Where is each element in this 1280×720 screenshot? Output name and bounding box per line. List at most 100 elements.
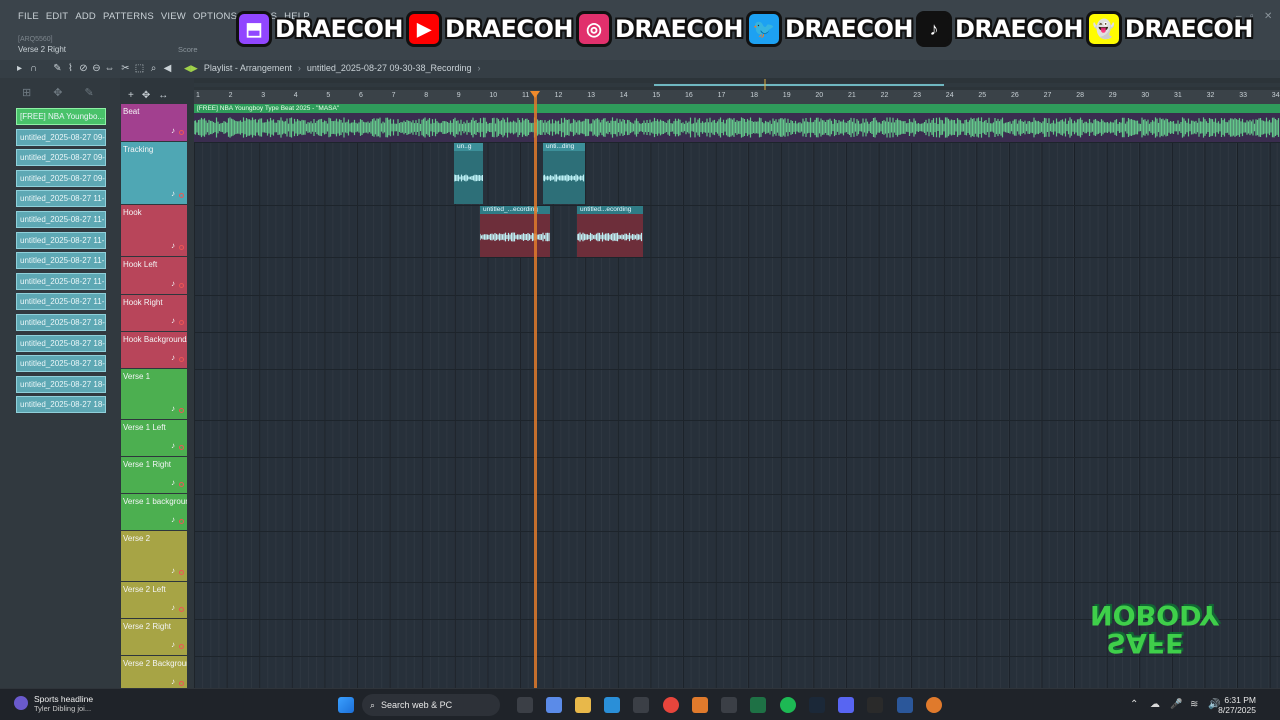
steam-icon[interactable]	[809, 697, 825, 713]
track-record-icon[interactable]	[179, 357, 184, 362]
track-record-icon[interactable]	[179, 482, 184, 487]
picker-clip-item[interactable]: untitled_2025-08-27 11-...	[16, 272, 106, 290]
picker-clip-item[interactable]: untitled_2025-08-27 11-...	[16, 211, 106, 228]
track-header[interactable]: Verse 1 Right ♪	[121, 457, 187, 493]
delete-icon[interactable]: ⊘	[78, 63, 89, 74]
obs-icon[interactable]	[721, 697, 737, 713]
playhead[interactable]	[534, 92, 537, 688]
audio-clip-tracking[interactable]: unti...ding	[543, 142, 585, 204]
copilot-icon[interactable]	[546, 697, 562, 713]
track-header[interactable]: Hook Left ♪	[121, 257, 187, 294]
menu-file[interactable]: FILE	[18, 11, 39, 22]
track-record-icon[interactable]	[179, 245, 184, 250]
discord-icon[interactable]	[838, 697, 854, 713]
windows-start-icon[interactable]	[338, 697, 354, 713]
picker-clip-item[interactable]: untitled_2025-08-27 18-...	[16, 355, 106, 373]
excel-icon[interactable]	[750, 697, 766, 713]
playback-icon[interactable]: ◀	[162, 63, 173, 74]
picker-clip-item[interactable]: untitled_2025-08-27 11-...	[16, 293, 106, 311]
track-record-icon[interactable]	[179, 570, 184, 575]
picker-clip-item[interactable]: untitled_2025-08-27 11-...	[16, 190, 106, 208]
chrome-icon[interactable]	[663, 697, 679, 713]
track-record-icon[interactable]	[179, 193, 184, 198]
track-record-icon[interactable]	[179, 320, 184, 325]
track-header[interactable]: Verse 1 Left ♪	[121, 420, 187, 456]
playhead-marker[interactable]	[530, 91, 540, 98]
track-header[interactable]: Hook Right ♪	[121, 295, 187, 331]
audio-clip-tracking[interactable]: un..g	[454, 142, 483, 204]
close-icon[interactable]: ✕	[1264, 11, 1272, 22]
track-record-icon[interactable]	[179, 519, 184, 524]
news-widget[interactable]: Sports headline Tyler Dibling joi...	[14, 694, 93, 713]
spotify-icon[interactable]	[780, 697, 796, 713]
track-record-icon[interactable]	[179, 644, 184, 649]
fl-studio-active-icon[interactable]	[926, 697, 942, 713]
picker-clip-item[interactable]: untitled_2025-08-27 09-...	[16, 169, 106, 187]
picker-pencil-icon[interactable]: ✎	[84, 86, 93, 108]
menu-edit[interactable]: EDIT	[46, 11, 68, 22]
tray-chevron-icon[interactable]: ⌃	[1130, 699, 1138, 710]
move-icon[interactable]: ✥	[142, 90, 150, 104]
store-icon[interactable]	[633, 697, 649, 713]
timeline-ruler[interactable]: 1 2 3 4 5 6 7 8 9 10 11 12 13 14 15 16 17 18 19 20 21 22 23 24 2…	[194, 90, 1280, 104]
epic-games-icon[interactable]	[867, 697, 883, 713]
microphone-icon[interactable]: 🎤	[1170, 699, 1182, 710]
audio-clip-beat[interactable]: [FREE] NBA Youngboy Type Beat 2025 - "MA…	[194, 104, 1280, 142]
mute-icon[interactable]: ⊖	[91, 63, 102, 74]
picker-clip-item[interactable]: untitled_2025-08-27 09-...	[16, 128, 106, 146]
track-header[interactable]: Verse 2 ♪	[121, 531, 187, 581]
picker-move-icon[interactable]: ✥	[53, 86, 62, 108]
track-header[interactable]: Hook ♪	[121, 205, 187, 256]
picker-clip-item[interactable]: untitled_2025-08-27 11-...	[16, 231, 106, 249]
playlist-overview[interactable]	[194, 78, 1280, 91]
brush-icon[interactable]: ⌇	[65, 63, 76, 74]
cloud-icon[interactable]: ☁	[1150, 699, 1160, 710]
system-clock[interactable]: 6:31 PM 8/27/2025	[1218, 695, 1256, 715]
audio-clip-hook[interactable]: untitled...ecording	[577, 205, 643, 257]
track-header[interactable]: Verse 1 backgroun ♪	[121, 494, 187, 530]
track-header[interactable]: Verse 1 ♪	[121, 369, 187, 419]
picker-clip-item[interactable]: untitled_2025-08-27 18-...	[16, 314, 106, 331]
track-record-icon[interactable]	[179, 607, 184, 612]
picker-mode-icon[interactable]: ⊞	[22, 86, 31, 108]
track-header[interactable]: Tracking ♪	[121, 142, 187, 204]
add-track-icon[interactable]: +	[128, 90, 134, 104]
task-view-icon[interactable]	[517, 697, 533, 713]
menu-patterns[interactable]: PATTERNS	[103, 11, 154, 22]
menu-add[interactable]: ADD	[75, 11, 96, 22]
edge-icon[interactable]	[604, 697, 620, 713]
word-icon[interactable]	[897, 697, 913, 713]
track-record-icon[interactable]	[179, 681, 184, 686]
slice-icon[interactable]: ✂	[120, 63, 131, 74]
track-header[interactable]: Verse 2 Left ♪	[121, 582, 187, 618]
magnet-icon[interactable]: ∩	[28, 63, 39, 74]
picker-clip-item[interactable]: untitled_2025-08-27 18-...	[16, 396, 106, 414]
file-explorer-icon[interactable]	[575, 697, 591, 713]
zoom-icon[interactable]: ⌕	[148, 63, 159, 74]
wifi-icon[interactable]: ≋	[1190, 699, 1198, 710]
picker-clip-item[interactable]: untitled_2025-08-27 09-...	[16, 149, 106, 167]
track-header[interactable]: Beat ♪	[121, 104, 187, 141]
track-header[interactable]: Hook Background/ ♪	[121, 332, 187, 368]
picker-clip-item[interactable]: untitled_2025-08-27 11-...	[16, 252, 106, 270]
track-record-icon[interactable]	[179, 283, 184, 288]
track-header[interactable]: Verse 2 Right ♪	[121, 619, 187, 655]
track-record-icon[interactable]	[179, 130, 184, 135]
audio-clip-hook[interactable]: untitled_...ecording	[480, 205, 550, 257]
menu-options[interactable]: OPTIONS	[193, 11, 237, 22]
play-icon[interactable]: ◀▶	[184, 63, 198, 74]
select-icon[interactable]: ⬚	[134, 63, 145, 74]
track-record-icon[interactable]	[179, 408, 184, 413]
track-record-icon[interactable]	[179, 445, 184, 450]
menu-view[interactable]: VIEW	[161, 11, 186, 22]
picker-clip-item[interactable]: untitled_2025-08-27 18-...	[16, 334, 106, 352]
arrow-icon[interactable]: ▸	[14, 63, 25, 74]
pencil-icon[interactable]: ✎	[52, 63, 63, 74]
taskbar-search[interactable]: ⌕ Search web & PC	[362, 694, 500, 716]
picker-clip-item[interactable]: [FREE] NBA Youngbo...	[16, 108, 106, 125]
fl-studio-icon[interactable]	[692, 697, 708, 713]
resize-icon[interactable]: ↔	[158, 90, 168, 104]
track-header[interactable]: Verse 2 Backgroun ♪	[121, 656, 187, 692]
slip-icon[interactable]: ⇔	[104, 63, 115, 74]
picker-clip-item[interactable]: untitled_2025-08-27 18-...	[16, 375, 106, 393]
